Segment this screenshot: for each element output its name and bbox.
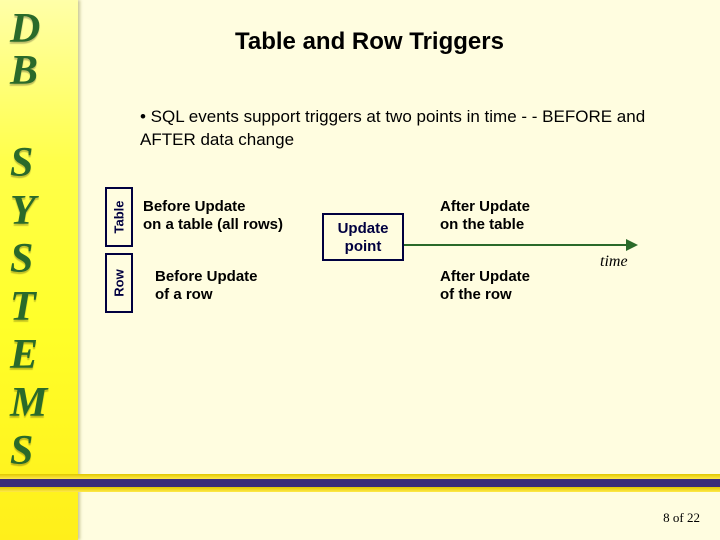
divider-mid — [0, 479, 720, 487]
row-box-label: Row — [112, 269, 127, 296]
after-row-label: After Updateof the row — [440, 268, 610, 304]
update-point-box: Updatepoint — [322, 213, 404, 261]
slide-title: Table and Row Triggers — [235, 28, 504, 56]
brand-letter-m: M — [10, 382, 47, 424]
brand-letter-s2: S — [10, 238, 33, 280]
before-table-label: Before Updateon a table (all rows) — [143, 198, 323, 234]
brand-letter-s1: S — [10, 142, 33, 184]
update-point-label: Updatepoint — [324, 215, 402, 256]
brand-letter-s3: S — [10, 430, 33, 472]
brand-letter-y: Y — [10, 190, 36, 232]
time-label: time — [600, 253, 628, 271]
before-row-label: Before Updateof a row — [155, 268, 315, 304]
table-box-label: Table — [112, 201, 127, 234]
bullet-text: • SQL events support triggers at two poi… — [140, 106, 660, 152]
divider-bottom — [0, 487, 720, 492]
brand-letter-e: E — [10, 334, 38, 376]
brand-letter-t: T — [10, 286, 36, 328]
page-counter: 8 of 22 — [663, 510, 700, 526]
row-box: Row — [105, 253, 133, 313]
after-table-label: After Updateon the table — [440, 198, 610, 234]
timeline-arrow — [404, 244, 636, 246]
table-box: Table — [105, 187, 133, 247]
brand-letter-d: D — [10, 8, 40, 50]
brand-letter-b: B — [10, 50, 38, 92]
